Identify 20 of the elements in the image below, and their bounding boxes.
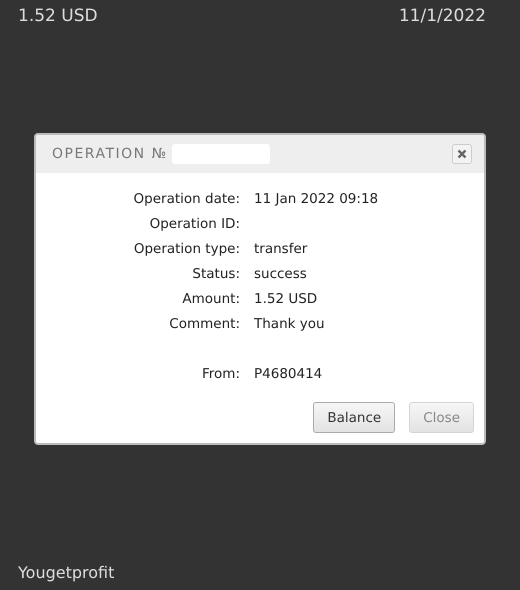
dialog-button[interactable]: Balance	[313, 402, 396, 433]
close-icon-button[interactable]	[452, 144, 472, 164]
date-text: 11/1/2022	[398, 6, 486, 26]
field-value: Thank you	[254, 315, 326, 334]
field-label: Operation date:	[132, 190, 240, 209]
balance-amount: 1.52 USD	[18, 6, 98, 26]
field-label: Comment:	[168, 315, 240, 334]
field-label: Operation ID:	[148, 215, 240, 234]
field-label: From:	[201, 365, 240, 384]
dialog-title: OPERATION №	[52, 146, 168, 162]
close-icon	[457, 149, 467, 159]
field-value: transfer	[254, 240, 308, 259]
field-value: 1.52 USD	[254, 290, 318, 309]
field-value: success	[254, 265, 308, 284]
field-label: Amount:	[181, 290, 240, 309]
field-label: Status:	[191, 265, 240, 284]
field-value: P4680414	[254, 365, 324, 384]
field-label: Operation type:	[132, 240, 240, 259]
project-name: Yougetprofit	[18, 563, 116, 582]
field-value: 11 Jan 2022 09:18	[254, 190, 380, 209]
